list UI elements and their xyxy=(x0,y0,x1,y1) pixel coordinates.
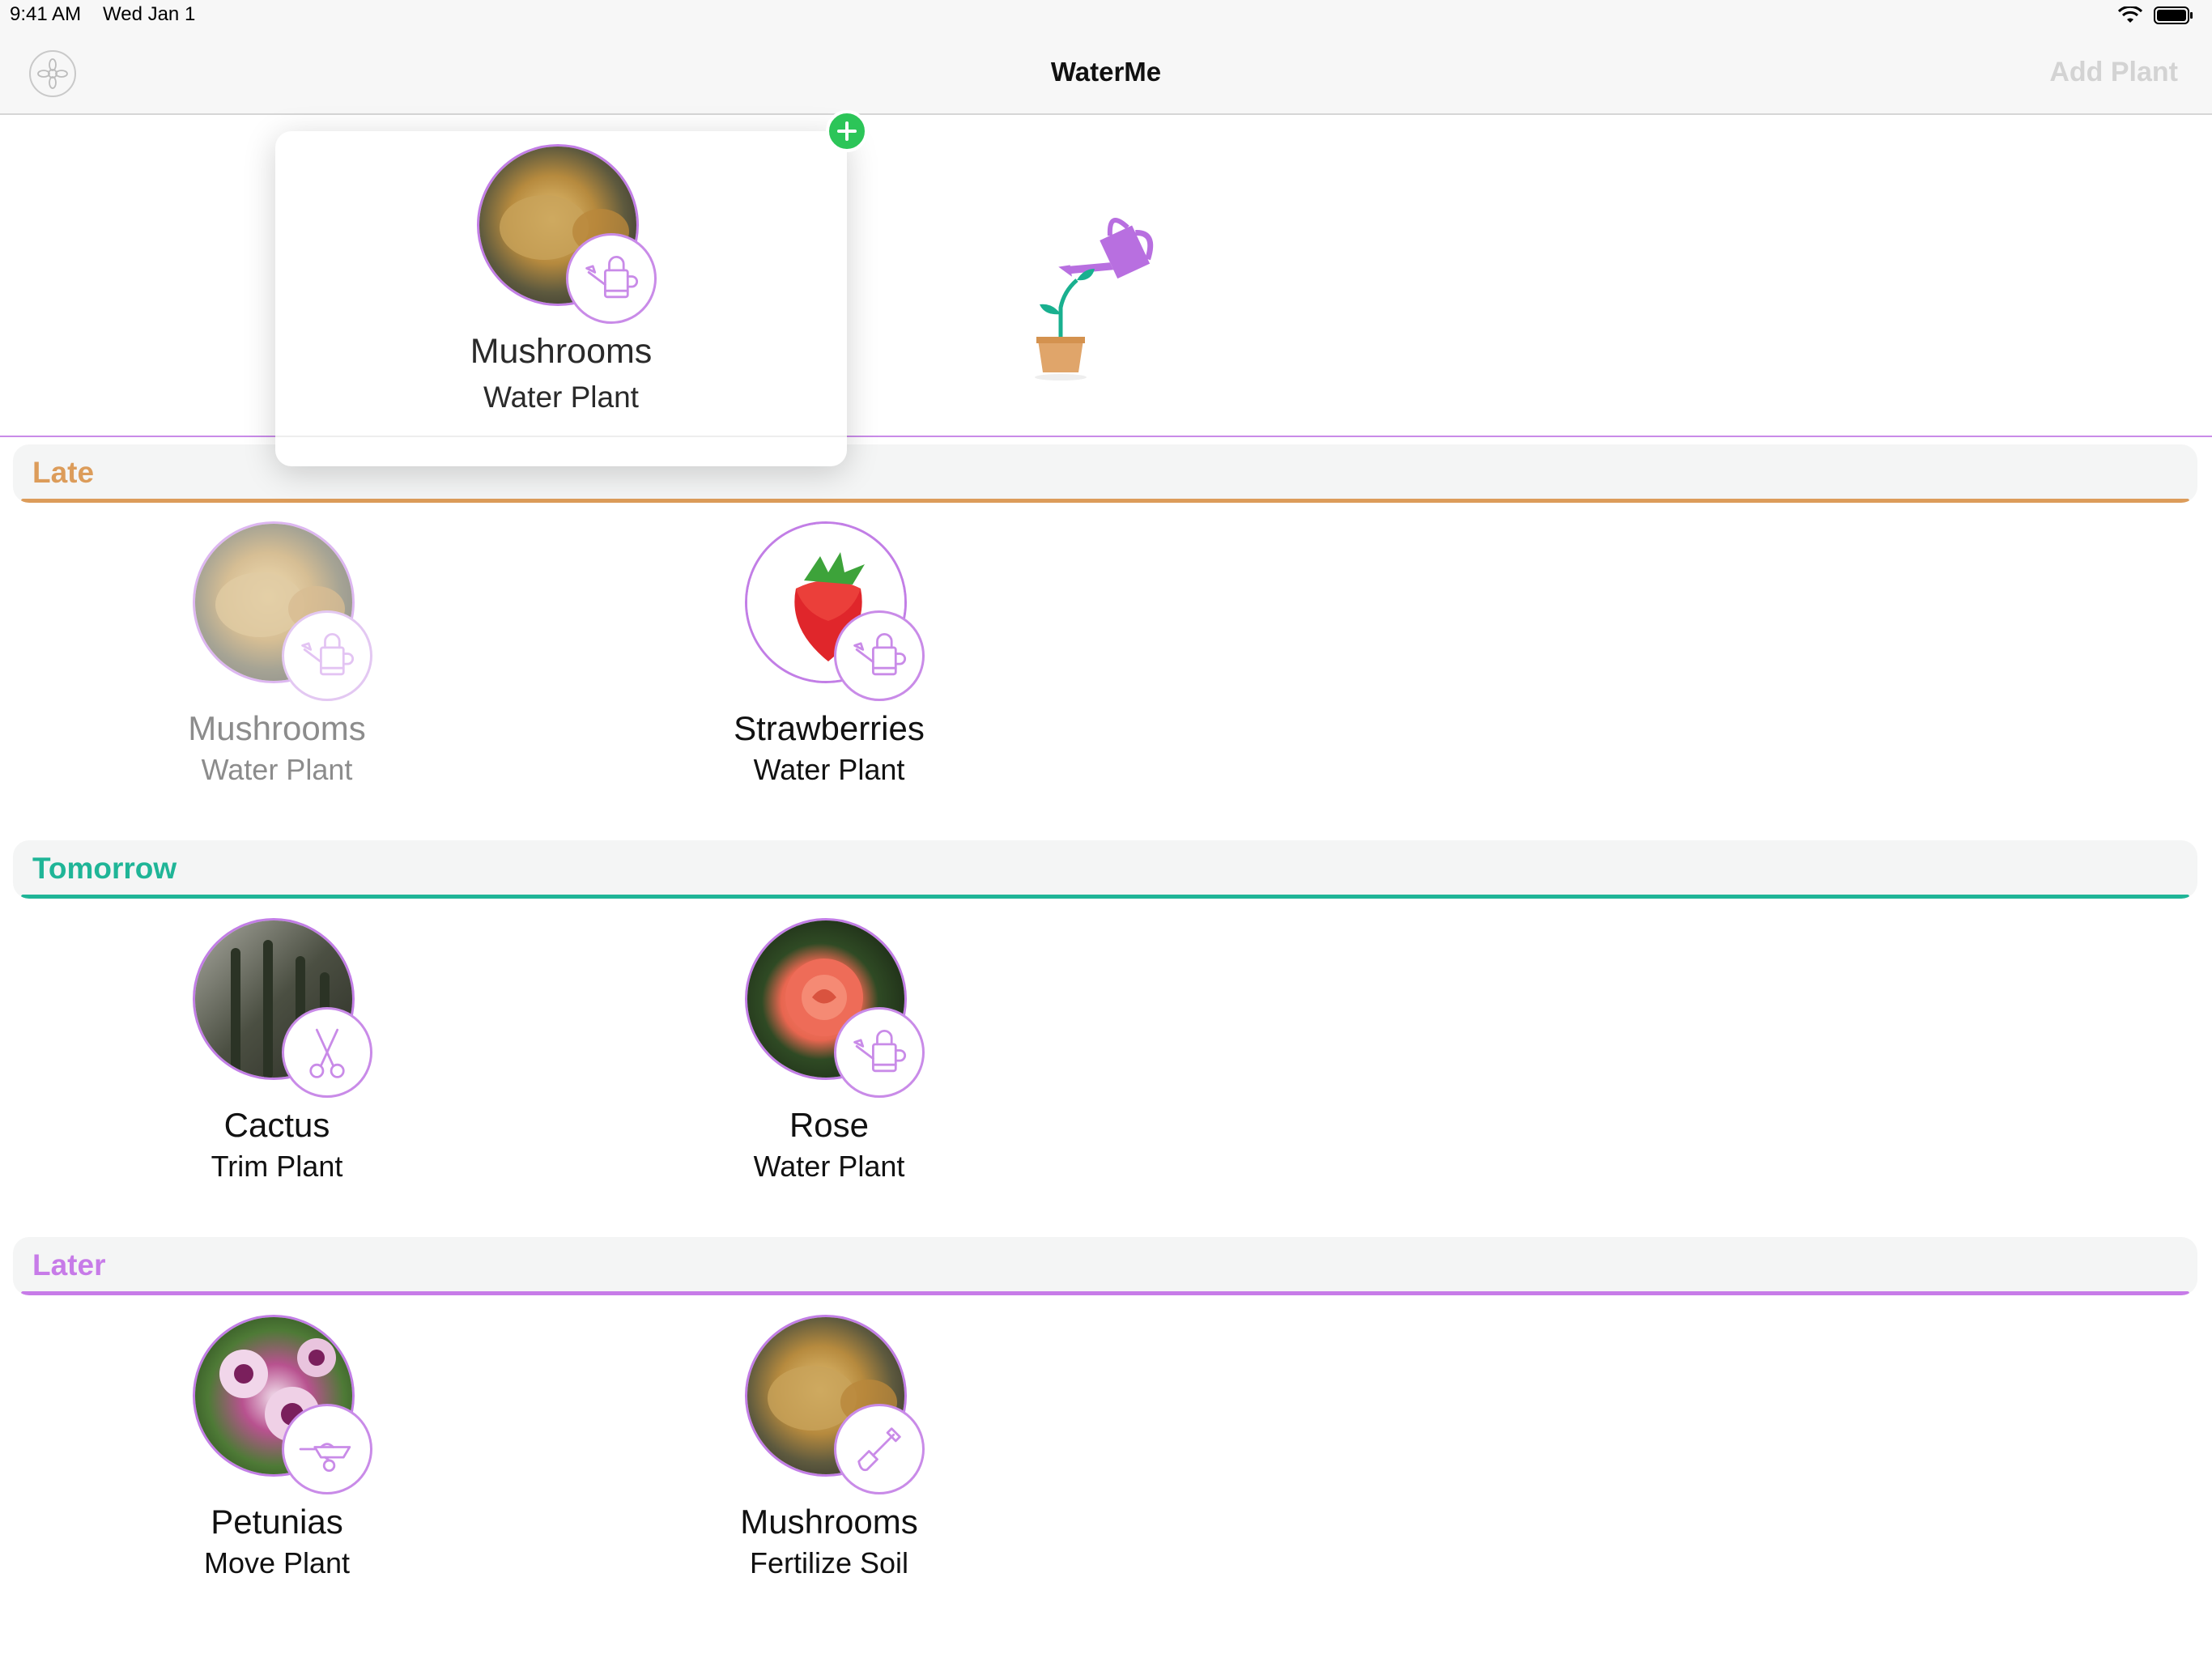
watering-can-icon xyxy=(834,1007,925,1098)
plant-task: Trim Plant xyxy=(211,1150,343,1183)
dragged-plant-card[interactable]: Mushrooms Water Plant xyxy=(275,131,847,466)
status-time: 9:41 AM xyxy=(10,3,82,25)
plant-name: Mushrooms xyxy=(188,709,366,747)
add-badge-icon xyxy=(826,110,868,152)
plant-task: Water Plant xyxy=(483,380,639,414)
plant-cell-strawberries[interactable]: Strawberries Water Plant xyxy=(627,521,1032,786)
plant-cell-rose[interactable]: Rose Water Plant xyxy=(627,918,1032,1183)
plant-avatar xyxy=(193,1315,372,1494)
section-title: Tomorrow xyxy=(32,852,177,885)
plant-name: Mushrooms xyxy=(740,1503,918,1541)
plant-cell-mushrooms-later[interactable]: Mushrooms Fertilize Soil xyxy=(627,1315,1032,1579)
plant-avatar xyxy=(477,144,657,324)
wheelbarrow-icon xyxy=(282,1404,372,1494)
plant-name: Mushrooms xyxy=(470,332,653,371)
plant-name: Rose xyxy=(789,1106,870,1144)
plant-cell-cactus[interactable]: Cactus Trim Plant xyxy=(74,918,479,1183)
plant-task: Water Plant xyxy=(753,1150,905,1183)
plant-name: Strawberries xyxy=(734,709,925,747)
watering-can-icon xyxy=(282,610,372,701)
section-underline xyxy=(21,1291,2189,1295)
battery-icon xyxy=(2154,6,2193,24)
page-title: WaterMe xyxy=(1050,57,1162,87)
navigation-bar: WaterMe Add Plant xyxy=(0,32,2212,115)
section-underline xyxy=(21,895,2189,899)
status-date: Wed Jan 1 xyxy=(103,3,196,25)
plant-name: Cactus xyxy=(223,1106,330,1144)
plant-avatar xyxy=(193,521,372,701)
wifi-icon xyxy=(2118,6,2142,23)
plant-cell-petunias[interactable]: Petunias Move Plant xyxy=(74,1315,479,1579)
plant-avatar xyxy=(745,1315,925,1494)
watering-can-icon xyxy=(834,610,925,701)
card-divider xyxy=(275,436,847,437)
section-title: Late xyxy=(32,456,95,489)
section-header-tomorrow: Tomorrow xyxy=(13,840,2197,899)
plant-avatar xyxy=(745,521,925,701)
plant-avatar xyxy=(193,918,372,1098)
shovel-icon xyxy=(834,1404,925,1494)
plant-task: Fertilize Soil xyxy=(749,1546,909,1579)
scissors-icon xyxy=(282,1007,372,1098)
plant-task: Water Plant xyxy=(201,753,353,786)
add-plant-button[interactable]: Add Plant xyxy=(2049,57,2178,88)
plant-cell-mushrooms-late[interactable]: Mushrooms Water Plant xyxy=(74,521,479,786)
plant-name: Petunias xyxy=(211,1503,343,1541)
watering-illustration-icon xyxy=(1035,218,1154,380)
section-underline xyxy=(21,499,2189,503)
plant-task: Move Plant xyxy=(203,1546,351,1579)
section-title: Later xyxy=(32,1248,106,1282)
plant-task: Water Plant xyxy=(753,753,905,786)
section-header-later: Later xyxy=(13,1237,2197,1295)
watering-can-icon xyxy=(566,233,657,324)
status-icons xyxy=(2118,5,2194,26)
status-bar: 9:41 AM Wed Jan 1 xyxy=(0,0,2212,32)
plant-avatar xyxy=(745,918,925,1098)
